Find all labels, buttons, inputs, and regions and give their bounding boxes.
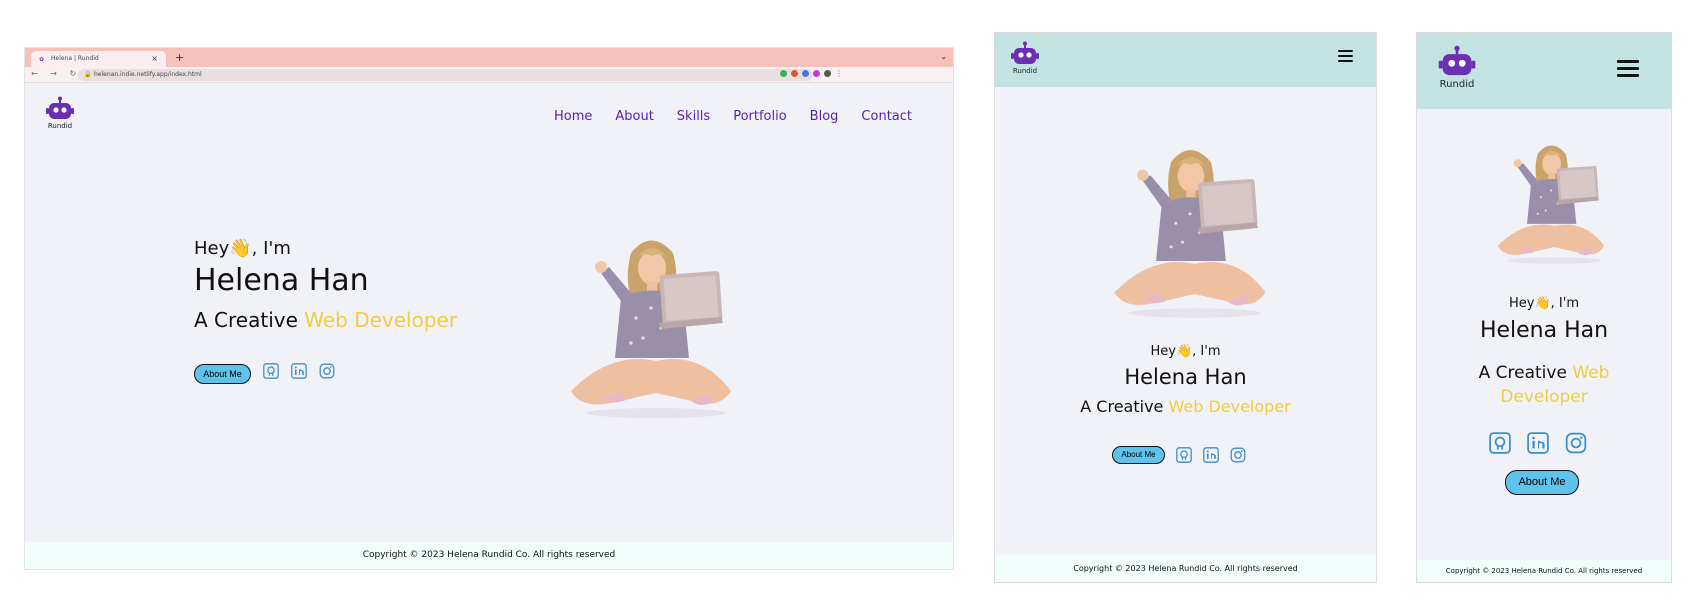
social-links [263, 363, 335, 379]
header-bar: Rundid [995, 33, 1376, 87]
robot-logo-icon [1438, 45, 1476, 76]
mobile-preview: Rundid Hey👋, I'm Helena Han A Creative W… [1416, 32, 1672, 583]
logo[interactable]: Rundid [1010, 41, 1040, 75]
hero-role: A Creative Web Developer [194, 308, 457, 332]
browser-toolbar: ← → ↻ 🔒 helenan.indie.netlify.app/index.… [25, 67, 953, 83]
woman-with-laptop-image [1497, 145, 1605, 264]
role-accent: Web Developer [1168, 397, 1291, 416]
extension-icon[interactable] [813, 70, 820, 77]
copyright-text: Copyright © 2023 Helena Rundid Co. All r… [1073, 564, 1298, 573]
extension-icon[interactable] [780, 70, 787, 77]
social-links [1489, 432, 1587, 454]
close-tab-icon[interactable]: × [151, 54, 158, 63]
nav-home[interactable]: Home [554, 109, 592, 124]
hero-photo [561, 223, 741, 427]
greeting: Hey👋, I'm [1150, 344, 1221, 359]
hamburger-menu-icon[interactable] [1617, 60, 1639, 77]
new-tab-button[interactable]: + [175, 51, 184, 64]
nav-blog[interactable]: Blog [810, 109, 839, 124]
woman-with-laptop-image [1114, 150, 1266, 318]
hero-role: A Creative Web Developer [995, 397, 1376, 416]
hero-name: Helena Han [1124, 365, 1247, 389]
role-accent-line2: Developer [1500, 387, 1588, 407]
about-me-button[interactable]: About Me [194, 364, 251, 384]
footer: Copyright © 2023 Helena Rundid Co. All r… [995, 555, 1376, 582]
robot-logo-icon [46, 96, 74, 119]
lock-icon: 🔒 [84, 71, 92, 78]
copyright-text: Copyright © 2023 Helena Rundid Co. All r… [1445, 567, 1643, 575]
logo-text: Rundid [1439, 79, 1475, 90]
hero-photo [1105, 133, 1275, 327]
greeting: Hey👋, I'm [194, 238, 291, 259]
extension-icon[interactable] [802, 70, 809, 77]
logo-text: Rundid [47, 122, 73, 130]
logo[interactable]: Rundid [1437, 45, 1477, 90]
navigation-buttons[interactable]: ← → ↻ [31, 69, 81, 78]
role-prefix: A Creative [1080, 397, 1169, 416]
tab-title: Helena | Rundid [51, 55, 99, 62]
tab-search-icon[interactable]: ⌄ [940, 52, 947, 61]
about-me-button[interactable]: About Me [1505, 470, 1579, 495]
greeting: Hey👋, I'm [1509, 296, 1579, 311]
browser-tab-bar: ✿ Helena | Rundid × + ⌄ [25, 48, 953, 67]
nav-skills[interactable]: Skills [677, 109, 710, 124]
browser-tab[interactable]: ✿ Helena | Rundid × [31, 51, 166, 67]
logo-text: Rundid [1012, 67, 1038, 75]
hero-photo [1491, 133, 1611, 272]
hero-name: Helena Han [1479, 318, 1609, 343]
address-bar[interactable]: 🔒 helenan.indie.netlify.app/index.html [78, 69, 813, 81]
linkedin-icon[interactable] [1527, 432, 1549, 454]
browser-menu-icon[interactable]: ⋮ [835, 69, 846, 78]
nav-contact[interactable]: Contact [861, 109, 912, 124]
main-nav: Home About Skills Portfolio Blog Contact [554, 109, 912, 124]
instagram-icon[interactable] [1565, 432, 1587, 454]
cta-row: About Me [1112, 446, 1246, 464]
role-accent-line1: Web [1572, 363, 1610, 383]
role-accent: Web Developer [304, 308, 458, 332]
copyright-text: Copyright © 2023 Helena Rundid Co. All r… [362, 550, 616, 560]
hamburger-menu-icon[interactable] [1338, 50, 1353, 62]
extension-icon[interactable] [791, 70, 798, 77]
instagram-icon[interactable] [1230, 447, 1246, 463]
linkedin-icon[interactable] [291, 363, 307, 379]
role-prefix: A Creative [1478, 363, 1573, 383]
robot-logo-icon [1011, 41, 1039, 64]
instagram-icon[interactable] [319, 363, 335, 379]
about-me-button[interactable]: About Me [1112, 446, 1165, 464]
footer: Copyright © 2023 Helena Rundid Co. All r… [25, 542, 953, 569]
github-icon[interactable] [1489, 432, 1511, 454]
linkedin-icon[interactable] [1203, 447, 1219, 463]
logo[interactable]: Rundid [45, 96, 75, 130]
role-prefix: A Creative [194, 308, 305, 332]
woman-with-laptop-image [571, 240, 731, 418]
url-text: helenan.indie.netlify.app/index.html [94, 71, 202, 78]
nav-about[interactable]: About [615, 109, 653, 124]
github-icon[interactable] [263, 363, 279, 379]
github-icon[interactable] [1176, 447, 1192, 463]
nav-portfolio[interactable]: Portfolio [733, 109, 786, 124]
extension-icon[interactable] [824, 70, 831, 77]
tablet-preview: Rundid Hey👋, I'm Helena Han A Creative W… [994, 32, 1377, 583]
hero-name: Helena Han [194, 263, 369, 298]
footer: Copyright © 2023 Helena Rundid Co. All r… [1417, 560, 1671, 582]
desktop-preview: ✿ Helena | Rundid × + ⌄ ← → ↻ 🔒 helenan.… [24, 47, 954, 570]
header-bar: Rundid [1417, 33, 1671, 109]
extensions-area: ⋮ [780, 69, 846, 78]
hero-role: A Creative Web Developer [1417, 361, 1671, 409]
favicon-icon: ✿ [39, 56, 45, 63]
